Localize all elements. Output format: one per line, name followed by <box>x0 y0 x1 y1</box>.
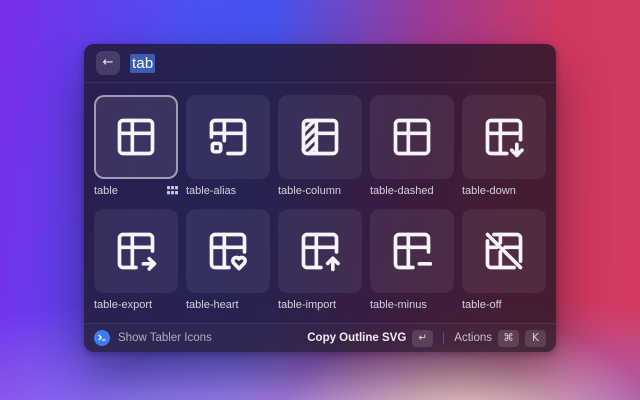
item-label-row: table-column <box>278 184 362 197</box>
back-button[interactable]: ← <box>96 51 120 75</box>
item-label: table-dashed <box>370 185 434 197</box>
item-label: table-down <box>462 185 516 197</box>
tabler-logo-icon <box>94 330 110 346</box>
item-label-row: table-down <box>462 184 546 197</box>
item-label-row: table-alias <box>186 184 270 197</box>
icon-cell[interactable] <box>462 209 546 293</box>
table-import-icon <box>298 229 342 273</box>
k-key-badge: K <box>525 330 546 347</box>
item-label: table-export <box>94 299 152 311</box>
table-dashed-icon <box>390 115 434 159</box>
grid-item-table-off[interactable]: table-off <box>462 209 546 311</box>
icon-cell[interactable] <box>186 209 270 293</box>
grid-item-table-column[interactable]: table-column <box>278 95 362 197</box>
footer-right: Copy Outline SVG ↵ Actions ⌘ K <box>307 330 546 347</box>
search-bar: ← tab <box>84 44 556 83</box>
table-column-icon <box>298 115 342 159</box>
icon-search-window: ← tab table table-alias table-column table-… <box>84 44 556 352</box>
item-label-row: table-import <box>278 298 362 311</box>
icon-cell[interactable] <box>370 95 454 179</box>
table-minus-icon <box>390 229 434 273</box>
icon-cell[interactable] <box>94 95 178 179</box>
grid-item-table-down[interactable]: table-down <box>462 95 546 197</box>
item-label-row: table-export <box>94 298 178 311</box>
icon-grid: table table-alias table-column table-dashed… <box>84 83 556 323</box>
cmd-key-badge: ⌘ <box>498 330 519 347</box>
icon-cell[interactable] <box>94 209 178 293</box>
item-label: table-column <box>278 185 341 197</box>
item-label: table-alias <box>186 185 236 197</box>
actions-button[interactable]: Actions <box>454 332 492 344</box>
item-label: table-off <box>462 299 502 311</box>
icon-cell[interactable] <box>186 95 270 179</box>
grid-item-table-import[interactable]: table-import <box>278 209 362 311</box>
item-label-row: table-off <box>462 298 546 311</box>
back-arrow-icon: ← <box>103 55 114 70</box>
table-off-icon <box>482 229 526 273</box>
footer-divider <box>443 332 444 344</box>
search-input[interactable]: tab <box>130 55 155 72</box>
command-title: Show Tabler Icons <box>118 332 212 344</box>
enter-key-badge: ↵ <box>412 330 433 347</box>
table-icon <box>114 115 158 159</box>
item-label-row: table-dashed <box>370 184 454 197</box>
item-label: table-heart <box>186 299 239 311</box>
grid-item-table-minus[interactable]: table-minus <box>370 209 454 311</box>
desktop-wallpaper: ← tab table table-alias table-column table-… <box>0 0 640 400</box>
search-query-text: tab <box>130 54 155 73</box>
item-label: table <box>94 185 118 197</box>
item-label: table-import <box>278 299 336 311</box>
table-heart-icon <box>206 229 250 273</box>
grid-item-table[interactable]: table <box>94 95 178 197</box>
icon-cell[interactable] <box>278 209 362 293</box>
icon-cell[interactable] <box>462 95 546 179</box>
primary-action-button[interactable]: Copy Outline SVG <box>307 332 406 344</box>
icon-cell[interactable] <box>370 209 454 293</box>
grid-item-table-dashed[interactable]: table-dashed <box>370 95 454 197</box>
item-label-row: table-minus <box>370 298 454 311</box>
variants-indicator-icon <box>167 186 178 195</box>
item-label-row: table-heart <box>186 298 270 311</box>
grid-item-table-heart[interactable]: table-heart <box>186 209 270 311</box>
item-label: table-minus <box>370 299 427 311</box>
action-bar: Show Tabler Icons Copy Outline SVG ↵ Act… <box>84 323 556 352</box>
grid-item-table-export[interactable]: table-export <box>94 209 178 311</box>
item-label-row: table <box>94 184 178 197</box>
table-alias-icon <box>206 115 250 159</box>
table-down-icon <box>482 115 526 159</box>
footer-left: Show Tabler Icons <box>94 330 212 346</box>
icon-cell[interactable] <box>278 95 362 179</box>
table-export-icon <box>114 229 158 273</box>
grid-item-table-alias[interactable]: table-alias <box>186 95 270 197</box>
